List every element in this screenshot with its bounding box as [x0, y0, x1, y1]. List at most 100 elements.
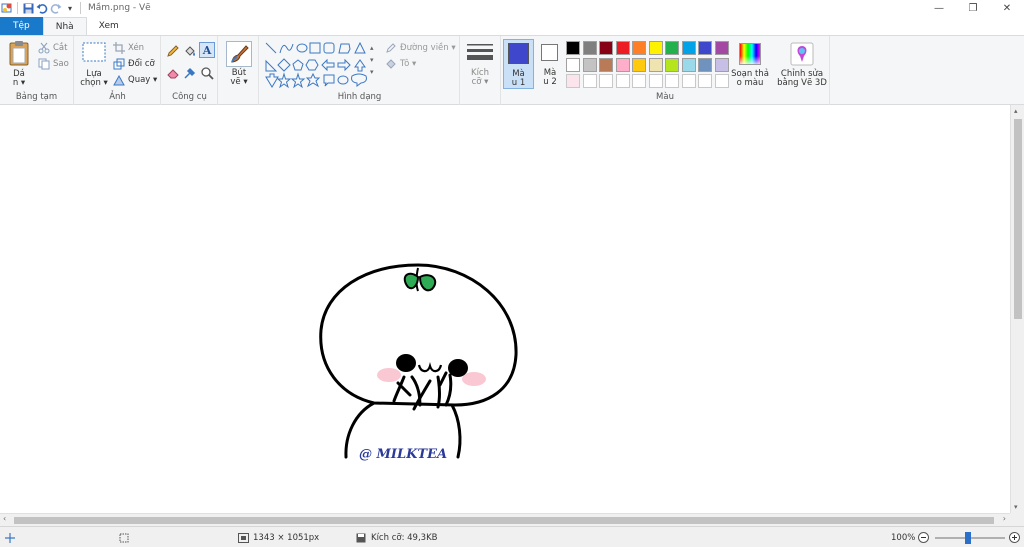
selection-rectangle-icon	[82, 42, 106, 65]
eraser-icon[interactable]	[166, 66, 180, 83]
character-head	[319, 263, 518, 407]
edit-colors-label: Soạn thả o màu	[731, 69, 769, 88]
tab-file[interactable]: Tệp	[0, 17, 43, 35]
vertical-scroll-thumb[interactable]	[1014, 119, 1022, 319]
scrollbar-corner	[1010, 513, 1024, 526]
selection-size	[118, 531, 134, 544]
paint3d-icon	[790, 42, 814, 69]
tools-group: A Công cụ	[162, 36, 218, 105]
cut-button[interactable]: Cắt	[37, 40, 67, 56]
file-size-text: Kích cỡ: 49,3KB	[371, 532, 438, 543]
scroll-left-icon[interactable]: ‹	[3, 514, 6, 523]
zoom-in-button[interactable]	[1009, 531, 1020, 544]
scissors-icon	[37, 41, 51, 55]
copy-button[interactable]: Sao	[37, 56, 69, 72]
paste-label: Dá n ▾	[12, 69, 26, 88]
sprout-leaf-right	[418, 274, 437, 292]
edit-paint3d-button[interactable]: Chỉnh sửa bằng Vẽ 3D	[774, 40, 830, 90]
vertical-scrollbar[interactable]: ▴ ▾	[1010, 105, 1024, 513]
scroll-down-icon[interactable]: ▾	[1014, 503, 1018, 511]
file-size: Kích cỡ: 49,3KB	[355, 531, 437, 544]
zoom-level: 100%	[891, 532, 916, 543]
outline-button[interactable]: Đường viền ▾	[384, 40, 456, 56]
horizontal-scroll-thumb[interactable]	[14, 517, 994, 524]
shapes-group-label: Hình dạng	[337, 92, 382, 102]
color-picker-icon[interactable]	[183, 66, 197, 83]
ribbon: Dá n ▾ Cắt Sao Bảng tạm Lựa chọn ▾ Xén Đ…	[0, 35, 1024, 105]
crop-icon	[112, 41, 126, 55]
canvas-area[interactable]: @ MILKTEA	[0, 105, 1010, 513]
colors-group-label: Màu	[656, 92, 674, 102]
crop-label: Xén	[128, 43, 145, 53]
customize-toolbar-icon[interactable]: ▾	[63, 1, 77, 15]
watermark-text: @ MILKTEA	[359, 447, 447, 462]
disk-icon	[355, 532, 367, 544]
crop-button[interactable]: Xén	[112, 40, 144, 56]
clipboard-icon	[8, 40, 30, 69]
character-shoulder-right	[450, 403, 462, 459]
cut-label: Cắt	[53, 43, 68, 53]
rotate-button[interactable]: Quay ▾	[112, 72, 157, 88]
quick-access-toolbar: ▾	[0, 0, 84, 16]
status-bar: 1343 × 1051px Kích cỡ: 49,3KB 100%	[0, 526, 1024, 547]
paste-button[interactable]: Dá n ▾	[4, 40, 34, 90]
sprout-leaf-left	[403, 272, 420, 290]
paint-app-icon[interactable]	[0, 1, 14, 15]
scroll-up-icon[interactable]: ▴	[1014, 107, 1018, 115]
paint3d-label: Chỉnh sửa bằng Vẽ 3D	[777, 69, 827, 88]
text-tool-icon[interactable]: A	[199, 42, 215, 58]
save-icon[interactable]	[21, 1, 35, 15]
scroll-right-icon[interactable]: ›	[1003, 514, 1006, 523]
horizontal-scrollbar[interactable]: ‹ ›	[0, 513, 1010, 526]
image-group-label: Ảnh	[109, 92, 126, 102]
size-button[interactable]: Kích cỡ ▾	[461, 36, 499, 105]
fill-button[interactable]: Tô ▾	[384, 56, 416, 72]
close-button[interactable]: ✕	[990, 0, 1024, 16]
cursor-position	[4, 531, 20, 544]
brush-icon	[226, 41, 252, 67]
line-width-icon	[467, 43, 493, 66]
clipboard-group-label: Bảng tạm	[15, 92, 58, 102]
shapes-gallery[interactable]	[264, 41, 384, 89]
minimize-button[interactable]: —	[922, 0, 956, 16]
rotate-icon	[112, 73, 126, 87]
tab-view[interactable]: Xem	[87, 17, 131, 35]
zoom-in-icon	[1009, 532, 1020, 543]
fill-bucket-icon[interactable]	[183, 44, 197, 61]
select-label: Lựa chọn ▾	[80, 69, 108, 88]
zoom-out-button[interactable]	[918, 531, 929, 544]
ribbon-tabs: Tệp Nhà Xem	[0, 17, 1024, 35]
eye-left	[396, 354, 416, 372]
redo-icon[interactable]	[49, 1, 63, 15]
zoom-out-icon	[918, 532, 929, 543]
zoom-slider[interactable]	[935, 532, 1005, 544]
brushes-group[interactable]: Bút vẽ ▾	[219, 36, 259, 105]
undo-icon[interactable]	[35, 1, 49, 15]
resize-label: Đổi cỡ	[128, 59, 155, 69]
zoom-slider-thumb[interactable]	[965, 532, 971, 544]
outline-label: Đường viền ▾	[400, 43, 456, 53]
pencil-icon[interactable]	[166, 44, 180, 61]
tab-home[interactable]: Nhà	[42, 17, 87, 35]
window-title: Mầm.png - Vẽ	[88, 3, 151, 13]
edit-colors-button[interactable]: Soạn thả o màu	[730, 40, 770, 90]
image-group: Lựa chọn ▾ Xén Đổi cỡ Quay ▾ Ảnh	[75, 36, 161, 105]
image-size-icon	[237, 532, 249, 544]
maximize-button[interactable]: ❐	[956, 0, 990, 16]
resize-icon	[112, 57, 126, 71]
selection-size-icon	[118, 532, 130, 544]
fill-icon	[384, 57, 398, 71]
magnifier-icon[interactable]	[200, 66, 214, 83]
resize-button[interactable]: Đổi cỡ	[112, 56, 155, 72]
size-label: Kích cỡ ▾	[471, 68, 489, 87]
shapes-scroll-icon[interactable]: ▴ ▾ ▾	[370, 42, 374, 78]
image-dimensions-text: 1343 × 1051px	[253, 532, 320, 543]
crosshair-icon	[4, 532, 16, 544]
image-dimensions: 1343 × 1051px	[237, 531, 319, 544]
select-button[interactable]: Lựa chọn ▾	[80, 42, 108, 90]
color-spectrum-icon	[739, 43, 761, 65]
tools-group-label: Công cụ	[172, 92, 207, 102]
drawing-canvas[interactable]: @ MILKTEA	[0, 105, 1010, 513]
shapes-group: ▴ ▾ ▾ Đường viền ▾ Tô ▾ Hình dạng	[260, 36, 460, 105]
clipboard-group: Dá n ▾ Cắt Sao Bảng tạm	[0, 36, 74, 105]
